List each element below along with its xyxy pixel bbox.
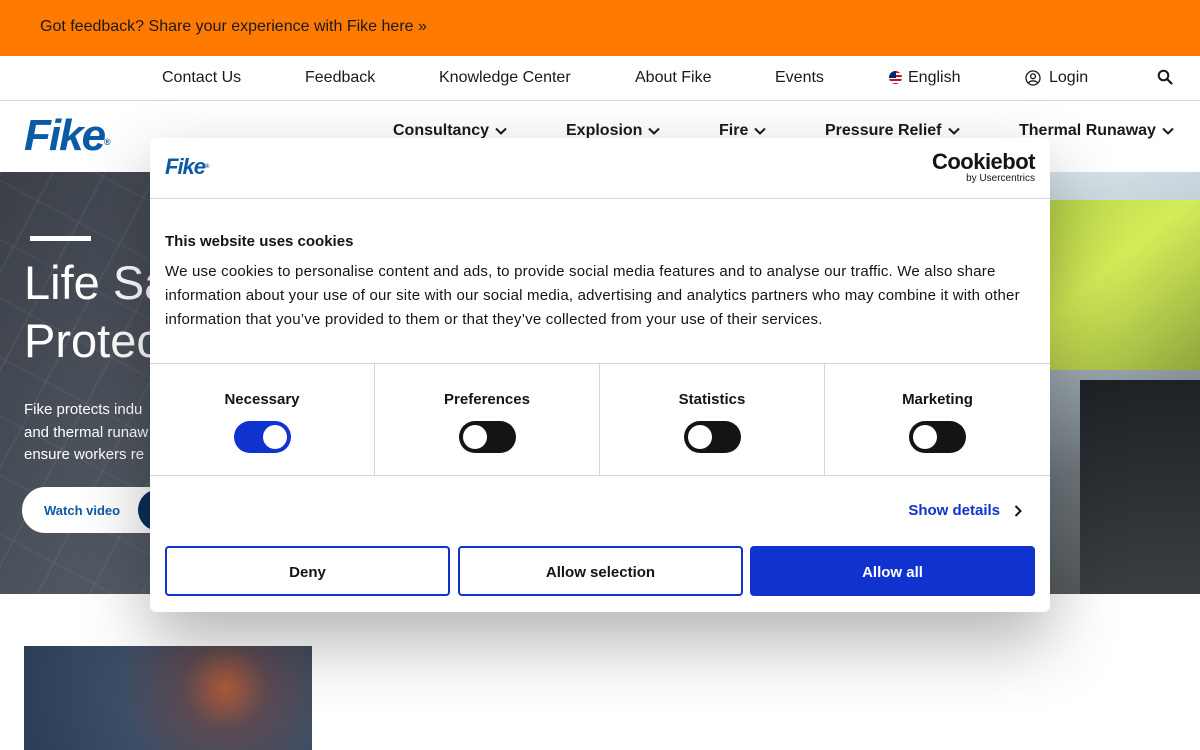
nav-events[interactable]: Events — [775, 69, 824, 87]
hero-photo-vest — [1049, 200, 1200, 370]
cookiebot-sub: by Usercentrics — [966, 173, 1035, 184]
search-icon[interactable] — [1157, 69, 1173, 85]
hero-title-line2: Protec — [24, 314, 160, 367]
cookie-logo-registered: ® — [205, 164, 210, 170]
fike-logo[interactable]: Fike® — [24, 114, 111, 158]
feature-card-image[interactable] — [24, 646, 312, 750]
chevron-right-icon — [1014, 504, 1022, 517]
nav-contact-us[interactable]: Contact Us — [162, 69, 241, 87]
allow-all-label: Allow all — [862, 564, 923, 581]
language-selector[interactable]: English — [908, 69, 960, 87]
feedback-banner: Got feedback? Share your experience with… — [0, 0, 1200, 56]
allow-all-button[interactable]: Allow all — [750, 546, 1035, 596]
cookie-dialog-header: Fike® Cookiebot by Usercentrics — [150, 138, 1050, 199]
chevron-down-icon — [947, 127, 960, 135]
category-necessary-label: Necessary — [224, 391, 300, 408]
category-statistics-label: Statistics — [678, 391, 746, 408]
cookie-dialog-text: We use cookies to personalise content an… — [165, 263, 1020, 328]
allow-selection-button[interactable]: Allow selection — [458, 546, 743, 596]
category-necessary: Necessary — [150, 364, 375, 475]
registered-mark: ® — [104, 137, 111, 147]
nav-feedback[interactable]: Feedback — [305, 69, 375, 87]
user-circle-icon[interactable] — [1025, 70, 1041, 86]
cookie-categories: Necessary Preferences Statistics Marketi… — [150, 363, 1050, 476]
necessary-toggle[interactable] — [234, 421, 291, 453]
deny-button[interactable]: Deny — [165, 546, 450, 596]
hero-body-line2: and thermal runaw — [24, 423, 149, 441]
utility-nav: Contact Us Feedback Knowledge Center Abo… — [0, 56, 1200, 101]
chevron-down-icon — [648, 127, 661, 135]
show-details-label: Show details — [908, 502, 1000, 519]
category-marketing-label: Marketing — [902, 391, 973, 408]
cookie-consent-dialog: Fike® Cookiebot by Usercentrics This web… — [150, 138, 1050, 612]
hero-body-line3: ensure workers re — [24, 446, 145, 463]
hero-title: Life Sa Protec — [24, 254, 170, 370]
chevron-down-icon — [754, 127, 767, 135]
feedback-banner-link[interactable]: Got feedback? Share your experience with… — [40, 18, 427, 36]
preferences-toggle[interactable] — [459, 421, 516, 453]
deny-label: Deny — [289, 564, 326, 581]
marketing-toggle[interactable] — [909, 421, 966, 453]
watch-video-label: Watch video — [44, 503, 121, 518]
statistics-toggle[interactable] — [684, 421, 741, 453]
hero-photo-arm — [1080, 380, 1200, 594]
fike-logo-text: Fike — [24, 111, 106, 160]
login-link[interactable]: Login — [1049, 69, 1088, 87]
category-statistics: Statistics — [600, 364, 825, 475]
cookie-dialog-fike-logo: Fike® — [165, 154, 210, 179]
chevron-down-icon — [495, 127, 507, 135]
category-preferences-label: Preferences — [444, 391, 530, 408]
cookie-logo-text: Fike — [165, 154, 206, 179]
cookiebot-logo[interactable]: Cookiebot by Usercentrics — [931, 149, 1036, 185]
chevron-down-icon — [1162, 127, 1174, 135]
hero-title-line1: Life Sa — [24, 256, 171, 309]
flag-us-icon — [889, 71, 902, 84]
hero-body: Fike protects indu and thermal runaw ens… — [24, 399, 148, 467]
nav-knowledge-center[interactable]: Knowledge Center — [439, 69, 571, 87]
hero-accent-bar — [30, 236, 91, 241]
category-preferences: Preferences — [375, 364, 600, 475]
page: Got feedback? Share your experience with… — [0, 0, 1200, 750]
hero-body-line1: Fike protects indu — [24, 401, 143, 418]
cookiebot-name: Cookiebot — [931, 149, 1036, 174]
cookie-dialog-title: This website uses cookies — [165, 233, 354, 250]
show-details-link[interactable]: Show details — [908, 502, 1022, 519]
nav-about-fike[interactable]: About Fike — [635, 69, 711, 87]
allow-selection-label: Allow selection — [545, 564, 656, 581]
category-marketing: Marketing — [825, 364, 1050, 475]
